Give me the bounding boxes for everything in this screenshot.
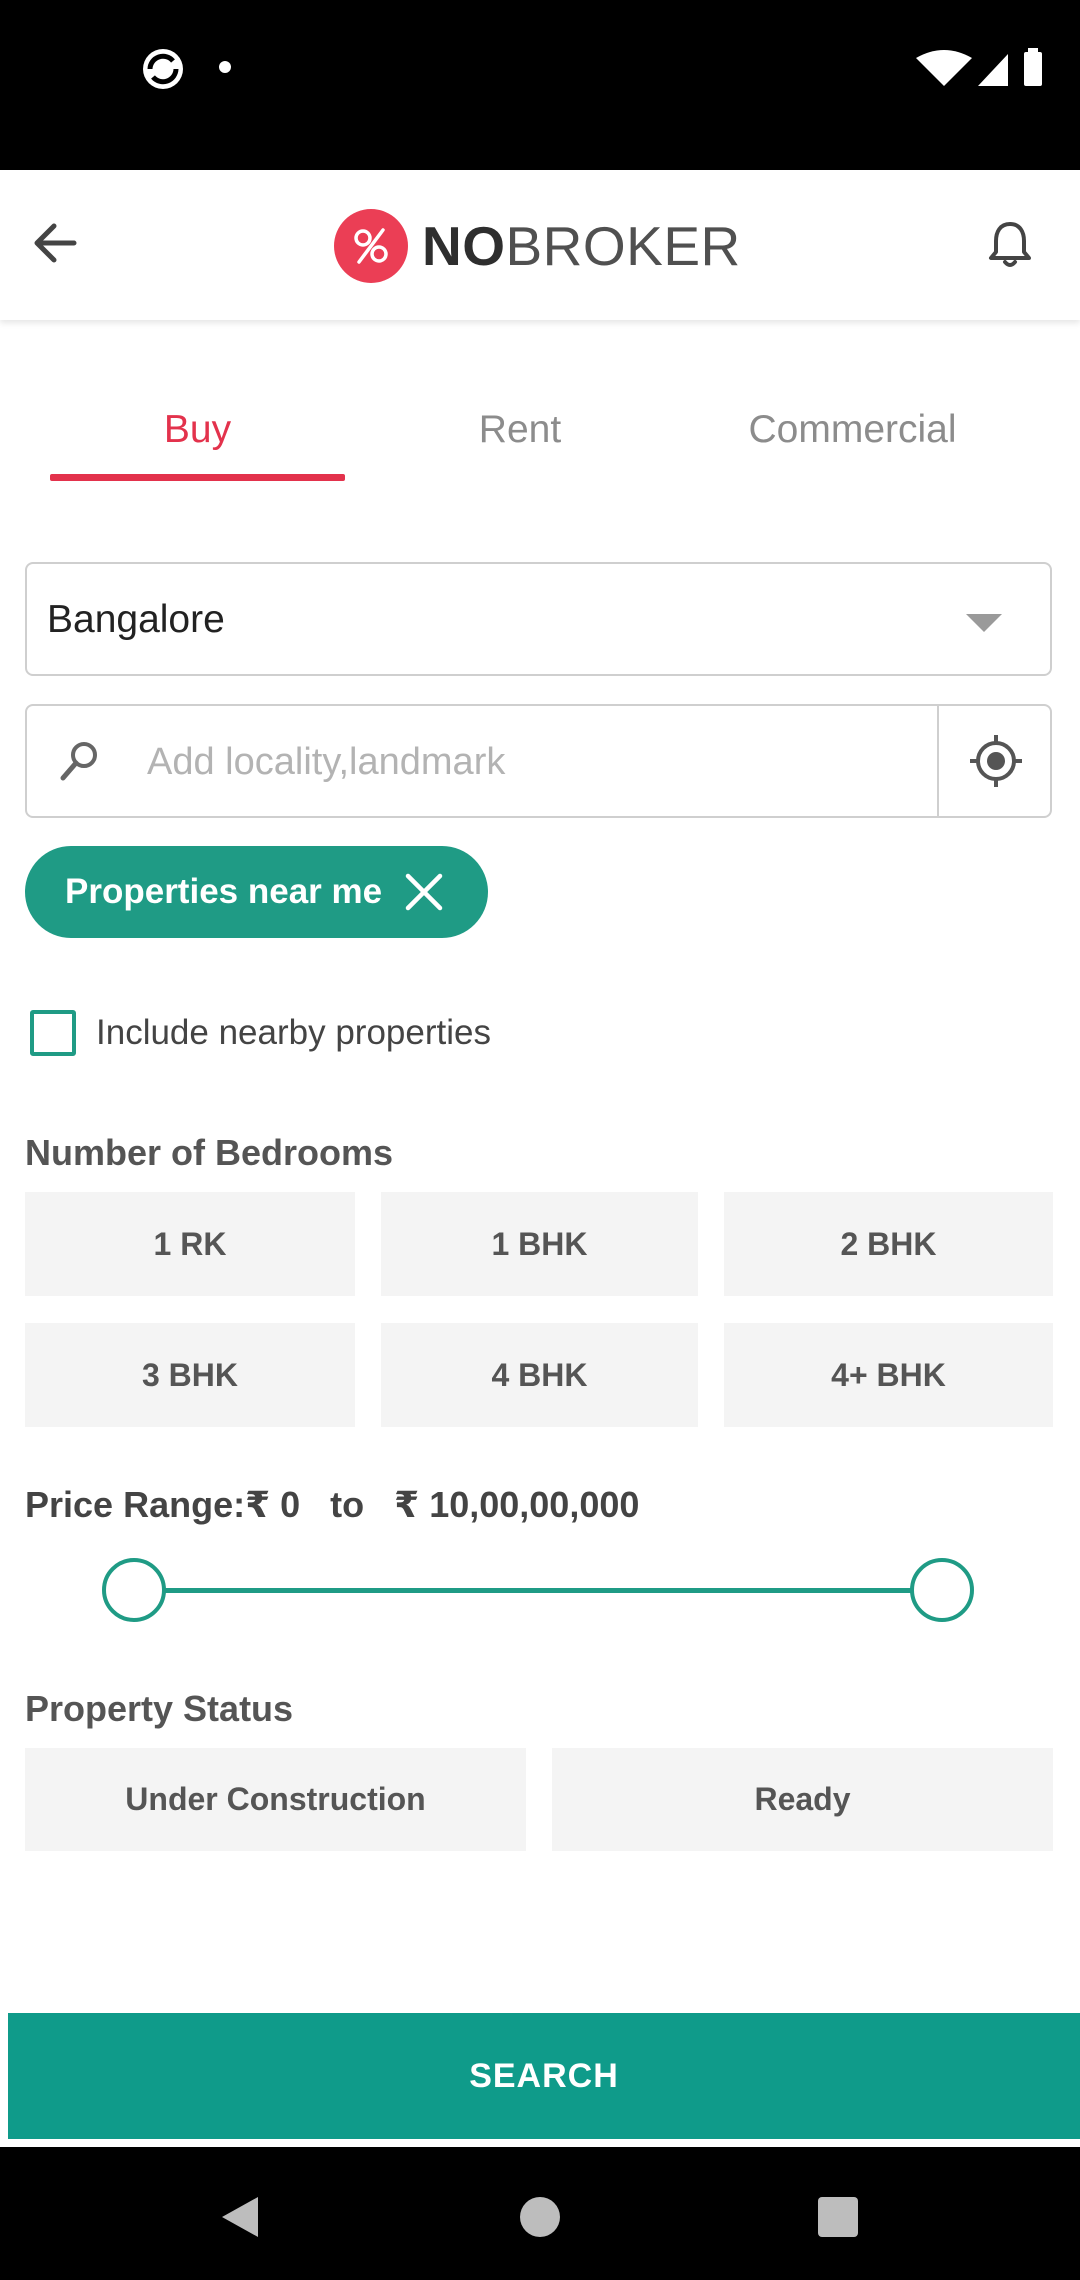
locality-search xyxy=(25,704,1052,818)
system-nav-bar xyxy=(0,2147,1080,2280)
price-range-label: Price Range:₹ 0 to ₹ 10,00,00,000 xyxy=(25,1484,640,1525)
bedroom-option-2bhk[interactable]: 2 BHK xyxy=(724,1192,1053,1296)
nav-home-icon[interactable] xyxy=(520,2197,560,2237)
price-slider-track xyxy=(134,1588,942,1593)
status-bar xyxy=(0,0,1080,170)
properties-near-me-chip[interactable]: Properties near me xyxy=(25,846,488,938)
app-notification-icon xyxy=(140,46,186,97)
status-option-ready[interactable]: Ready xyxy=(552,1748,1053,1851)
city-dropdown[interactable]: Bangalore xyxy=(25,562,1052,676)
include-nearby-row[interactable]: Include nearby properties xyxy=(30,1008,491,1058)
property-status-title: Property Status xyxy=(25,1688,294,1729)
active-tab-indicator xyxy=(50,474,345,481)
notification-dot-icon xyxy=(219,61,231,73)
tab-rent[interactable]: Rent xyxy=(420,380,620,480)
bell-icon[interactable] xyxy=(980,214,1040,274)
chip-label: Properties near me xyxy=(65,872,383,911)
screen: NOBROKER Buy Rent Commercial Bangalore A… xyxy=(0,0,1080,2280)
nobroker-logo-mark-icon xyxy=(334,209,408,283)
bedroom-option-1bhk[interactable]: 1 BHK xyxy=(381,1192,698,1296)
price-slider-max-thumb[interactable] xyxy=(910,1558,974,1622)
chevron-down-icon xyxy=(966,614,1002,632)
bedroom-option-1rk[interactable]: 1 RK xyxy=(25,1192,355,1296)
tab-buy[interactable]: Buy xyxy=(50,380,345,480)
include-nearby-label: Include nearby properties xyxy=(96,1013,491,1052)
bedrooms-title: Number of Bedrooms xyxy=(25,1132,394,1173)
search-icon xyxy=(55,736,105,786)
include-nearby-checkbox[interactable] xyxy=(30,1010,76,1056)
city-dropdown-value: Bangalore xyxy=(47,598,225,641)
tabs: Buy Rent Commercial xyxy=(0,380,1080,485)
bedroom-option-4plus-bhk[interactable]: 4+ BHK xyxy=(724,1323,1053,1427)
logo-text-bold: NO xyxy=(422,215,506,277)
battery-icon xyxy=(1024,52,1042,86)
tab-commercial[interactable]: Commercial xyxy=(720,380,985,480)
bedroom-option-4bhk[interactable]: 4 BHK xyxy=(381,1323,698,1427)
price-slider-min-thumb[interactable] xyxy=(102,1558,166,1622)
status-icons xyxy=(914,48,1044,93)
signal-icon xyxy=(978,54,1008,86)
search-button[interactable]: SEARCH xyxy=(8,2013,1080,2139)
logo-text: NOBROKER xyxy=(422,214,741,278)
close-icon[interactable] xyxy=(402,870,446,914)
logo-text-light: BROKER xyxy=(505,215,741,277)
wifi-icon xyxy=(916,50,972,86)
bedroom-option-3bhk[interactable]: 3 BHK xyxy=(25,1323,355,1427)
nav-back-icon[interactable] xyxy=(218,2193,262,2246)
current-location-icon[interactable] xyxy=(939,706,1052,816)
back-arrow-icon[interactable] xyxy=(26,212,88,274)
locality-input[interactable] xyxy=(147,728,927,796)
nobroker-logo: NOBROKER xyxy=(334,208,741,284)
app-header: NOBROKER xyxy=(0,170,1080,320)
status-option-under-construction[interactable]: Under Construction xyxy=(25,1748,526,1851)
nav-recents-icon[interactable] xyxy=(818,2197,858,2237)
